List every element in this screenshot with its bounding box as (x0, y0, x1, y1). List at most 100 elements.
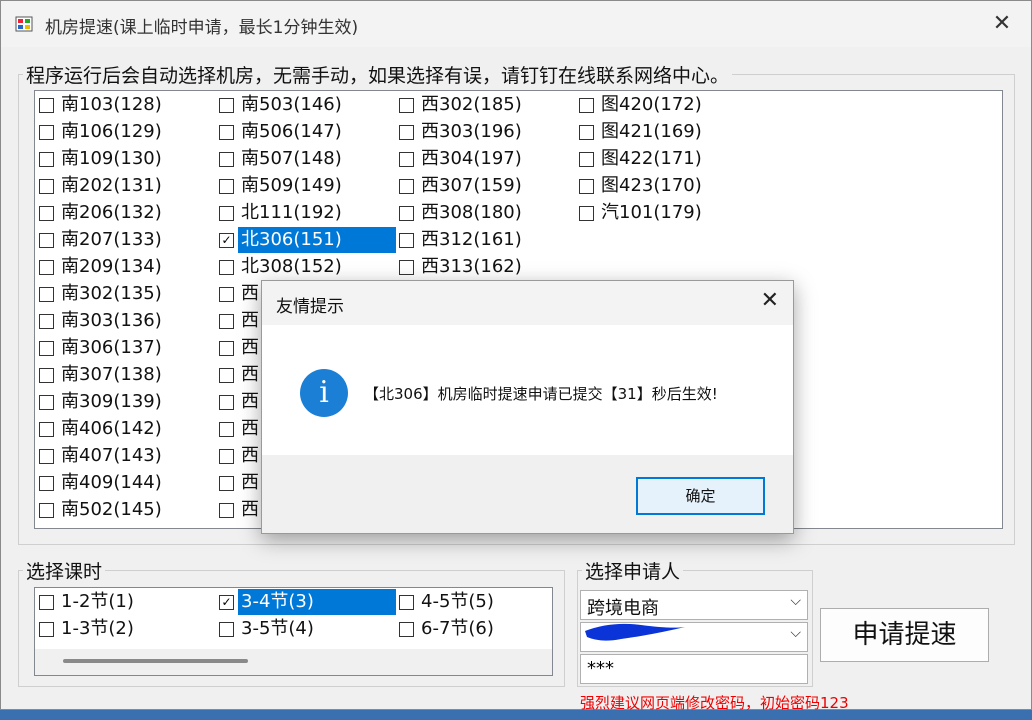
checkbox-item[interactable]: 南106(129) (39, 119, 162, 145)
checkbox-item[interactable]: 南307(138) (39, 362, 162, 388)
checkbox[interactable]: ✓ (219, 594, 234, 610)
checkbox[interactable] (399, 621, 414, 637)
checkbox-item[interactable]: 南407(143) (39, 443, 162, 469)
checkbox-item[interactable]: 南306(137) (39, 335, 162, 361)
checkbox-item[interactable]: 西 (219, 362, 259, 388)
checkbox-item[interactable]: 1-2节(1) (39, 589, 134, 615)
checkbox[interactable] (39, 97, 54, 113)
checkbox-item[interactable]: 南406(142) (39, 416, 162, 442)
checkbox-item[interactable]: 图423(170) (579, 173, 702, 199)
checkbox-item[interactable]: 南502(145) (39, 497, 162, 523)
checkbox[interactable] (399, 594, 414, 610)
checkbox[interactable] (219, 124, 234, 140)
checkbox[interactable] (39, 205, 54, 221)
checkbox[interactable] (219, 367, 234, 383)
checkbox[interactable] (219, 448, 234, 464)
checkbox-item[interactable]: 南103(128) (39, 92, 162, 118)
checkbox[interactable] (219, 178, 234, 194)
checkbox-item[interactable]: 西 (219, 443, 259, 469)
department-select[interactable]: 跨境电商 ⌵ (580, 590, 808, 620)
checkbox-item[interactable]: 南303(136) (39, 308, 162, 334)
checkbox[interactable] (399, 205, 414, 221)
checkbox-item[interactable]: 3-5节(4) (219, 616, 314, 642)
checkbox-item[interactable]: 南209(134) (39, 254, 162, 280)
checkbox[interactable] (39, 232, 54, 248)
checkbox-item[interactable]: 西 (219, 335, 259, 361)
checkbox[interactable] (39, 124, 54, 140)
close-icon[interactable]: ✕ (987, 9, 1017, 39)
checkbox[interactable] (219, 421, 234, 437)
checkbox-item[interactable]: 4-5节(5) (399, 589, 494, 615)
checkbox-item[interactable]: 西 (219, 470, 259, 496)
close-icon[interactable]: ✕ (761, 288, 779, 313)
checkbox-item[interactable]: 西307(159) (399, 173, 522, 199)
checkbox[interactable] (39, 151, 54, 167)
checkbox-item[interactable]: 北111(192) (219, 200, 342, 226)
checkbox-item[interactable]: 汽101(179) (579, 200, 702, 226)
checkbox[interactable] (219, 97, 234, 113)
checkbox[interactable] (399, 178, 414, 194)
checkbox-item[interactable]: 南309(139) (39, 389, 162, 415)
checkbox[interactable] (399, 151, 414, 167)
checkbox[interactable] (219, 313, 234, 329)
checkbox-item[interactable]: 南509(149) (219, 173, 342, 199)
checkbox[interactable] (39, 178, 54, 194)
checkbox-item[interactable]: 图421(169) (579, 119, 702, 145)
ok-button[interactable]: 确定 (636, 477, 765, 515)
checkbox-item[interactable]: 南507(148) (219, 146, 342, 172)
checkbox-item[interactable]: 南302(135) (39, 281, 162, 307)
checkbox[interactable] (219, 205, 234, 221)
checkbox[interactable] (579, 205, 594, 221)
checkbox-item[interactable]: 西 (219, 497, 259, 523)
checkbox[interactable] (399, 97, 414, 113)
checkbox-item[interactable]: 北308(152) (219, 254, 342, 280)
checkbox[interactable] (39, 448, 54, 464)
checkbox[interactable] (399, 124, 414, 140)
checkbox[interactable] (579, 151, 594, 167)
scrollbar-thumb[interactable] (63, 659, 248, 663)
checkbox[interactable] (39, 259, 54, 275)
checkbox-item[interactable]: 图420(172) (579, 92, 702, 118)
checkbox[interactable]: ✓ (219, 232, 234, 248)
applicant-select[interactable]: ⌵ (580, 622, 808, 652)
checkbox[interactable] (39, 313, 54, 329)
checkbox-item[interactable]: 西 (219, 308, 259, 334)
checkbox[interactable] (39, 621, 54, 637)
checkbox-item[interactable]: 图422(171) (579, 146, 702, 172)
checkbox[interactable] (399, 259, 414, 275)
checkbox-item[interactable]: 西 (219, 281, 259, 307)
checkbox-item[interactable]: 1-3节(2) (39, 616, 134, 642)
checkbox[interactable] (219, 502, 234, 518)
title-bar[interactable]: 机房提速(课上临时申请，最长1分钟生效) ✕ (1, 1, 1031, 47)
checkbox[interactable] (39, 286, 54, 302)
checkbox-item[interactable]: 南506(147) (219, 119, 342, 145)
password-field[interactable]: *** (580, 654, 808, 684)
checkbox[interactable] (219, 151, 234, 167)
checkbox[interactable] (399, 232, 414, 248)
checkbox[interactable] (219, 286, 234, 302)
checkbox-item[interactable]: 西302(185) (399, 92, 522, 118)
checkbox-item[interactable]: 西312(161) (399, 227, 522, 253)
checkbox[interactable] (579, 178, 594, 194)
checkbox-item[interactable]: ✓ 3-4节(3) (219, 589, 396, 615)
submit-button[interactable]: 申请提速 (820, 608, 989, 662)
checkbox[interactable] (39, 394, 54, 410)
checkbox[interactable] (579, 124, 594, 140)
checkbox[interactable] (39, 340, 54, 356)
checkbox[interactable] (39, 594, 54, 610)
checkbox[interactable] (219, 340, 234, 356)
checkbox[interactable] (219, 259, 234, 275)
checkbox-item[interactable]: 西304(197) (399, 146, 522, 172)
checkbox[interactable] (219, 475, 234, 491)
checkbox-item[interactable]: 6-7节(6) (399, 616, 494, 642)
checkbox[interactable] (39, 367, 54, 383)
checkbox-item[interactable]: 南207(133) (39, 227, 162, 253)
checkbox-item[interactable]: 西308(180) (399, 200, 522, 226)
checkbox-item[interactable]: 西 (219, 416, 259, 442)
checkbox-item[interactable]: 南206(132) (39, 200, 162, 226)
checkbox[interactable] (219, 394, 234, 410)
checkbox-item[interactable]: 南409(144) (39, 470, 162, 496)
checkbox[interactable] (219, 621, 234, 637)
horizontal-scrollbar[interactable] (35, 649, 552, 675)
checkbox-item[interactable]: 南109(130) (39, 146, 162, 172)
